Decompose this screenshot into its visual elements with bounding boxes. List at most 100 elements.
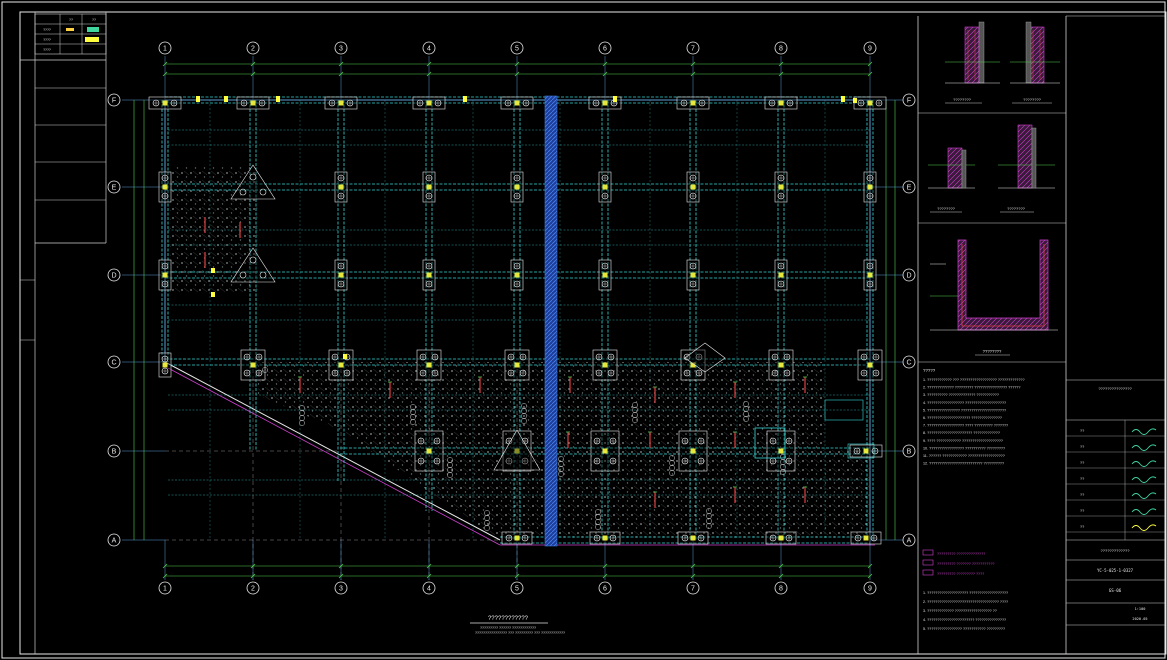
sign-label: ?? [1080,509,1084,513]
axis-label-col-top: 8 [779,46,783,53]
cad-drawing-sheet: 1 1 2 2 3 3 4 4 5 5 6 6 7 7 8 8 9 9 F F E E D D C C B B A A??????????… [1,1,1167,659]
column-stub [250,100,256,106]
section-2-title: ???????? [1023,97,1042,102]
axis-label-row: F [112,98,116,105]
sign-label: ?? [1080,525,1084,529]
legend-line: ????????? ??????? ??????????? [937,562,994,566]
drawing-number: YC-5-025-1-0327 [1097,568,1134,573]
axis-label-row: A [907,538,912,545]
section-1-title: ???????? [953,97,972,102]
column-stub [690,100,696,106]
axis-label-col-bottom: 9 [868,586,872,593]
pit-detail: ???????? [930,239,1058,356]
legend-swatch [922,569,934,576]
pile [299,415,305,421]
axis-label-col-bottom: 1 [163,586,167,593]
axis-label-row: A [112,538,117,545]
blue-wall-strip [544,95,558,547]
note-line: 12. ?????????????????????????? ?????????… [923,462,1004,466]
sign-label: ?? [1080,493,1084,497]
column-stub [602,184,608,190]
marker-yellow [211,292,215,297]
legend-swatch [922,549,934,556]
axis-label-col-top: 6 [603,46,607,53]
column-stub [426,184,432,190]
column-stub [602,362,608,368]
axis-label-col-bottom: 5 [515,586,519,593]
marker-yellow [841,96,845,102]
axis-label-col-top: 1 [163,46,167,53]
sheet-number: GS-06 [1109,588,1122,593]
column-stub [426,272,432,278]
axis-label-col-bottom: 4 [427,586,431,593]
left-margin-strip [20,12,107,654]
signature-scribble [1131,524,1157,531]
section-detail-4: ???????? [998,124,1055,213]
column-stub [778,100,784,106]
note-line: 10. ????????????????? ?????????? ???????… [923,446,1005,450]
column-stub [162,184,168,190]
column-stub [778,362,784,368]
axis-label-row: E [907,185,912,192]
axis-label-row: B [112,449,117,456]
section-3-title: ???????? [937,206,956,211]
note-line: 4. ?????????????????? ??????????????????… [923,401,1006,405]
section-4-title: ???????? [1007,206,1026,211]
axis-label-col-top: 3 [339,46,343,53]
column-stub [426,100,432,106]
column-stub [514,184,520,190]
column-stub [778,448,784,454]
axis-label-col-bottom: 7 [691,586,695,593]
signature-scribble [1131,444,1157,451]
note-line: 9. ???? ???????????? ???????????????????… [923,439,1003,443]
signature-scribble [1131,428,1157,435]
column-stub [867,272,873,278]
note-tail-line: 2. ??????????????????????????????????? ?… [923,600,1008,604]
column-stub [863,535,869,541]
column-stub [867,362,873,368]
column-stub [514,535,520,541]
signature-scribble [1131,508,1157,515]
axis-label-col-top: 2 [251,46,255,53]
axis-label-col-top: 5 [515,46,519,53]
sign-label: ?? [1080,477,1084,481]
column-stub [602,535,608,541]
foundation-plan: 1 1 2 2 3 3 4 4 5 5 6 6 7 7 8 8 9 9 F F E E D D C C B B A A??????????… [43,18,916,595]
column-stub [690,272,696,278]
general-notes: ????? 1. ???????????? ??? ??????????????… [922,368,1025,631]
column-stub [514,100,520,106]
revision-cell: ???? [43,28,51,32]
axis-label-col-bottom: 3 [339,586,343,593]
marker-yellow [276,96,280,102]
marker-yellow [211,268,215,273]
column-stub [602,448,608,454]
notes-heading: ????? [923,368,936,373]
note-tail-line: 1. ???????????????????? ????????????????… [923,591,1008,595]
column-stub [690,535,696,541]
drawing-scale: 1:100 [1135,607,1146,611]
marker-yellow [463,96,467,102]
column-stub [690,184,696,190]
marker-yellow [853,98,857,103]
axis-label-row: D [111,273,116,280]
note-line: 3. ?????????? ????????????? ??????????? [923,393,999,397]
marker-yellow [196,96,200,102]
axis-label-row: B [907,449,912,456]
column-stub [338,362,344,368]
revision-cell: ???? [43,38,51,42]
note-tail-line: 5. ????????????????? ??????????? ???????… [923,627,1005,631]
note-line: 1. ???????????? ??? ?????????????????? ?… [923,378,1025,382]
revision-header: ?? [92,18,96,22]
section-detail-3: ???????? [928,147,975,213]
column-stub [426,448,432,454]
section-detail-1: ???????? [945,21,1000,104]
column-stub [338,184,344,190]
column-stub [863,448,869,454]
axis-label-row: C [906,360,911,367]
column-stub [162,100,168,106]
axis-label-col-bottom: 8 [779,586,783,593]
axis-label-col-top: 4 [427,46,431,53]
column-stub [426,362,432,368]
column-stub [602,272,608,278]
sign-label: ?? [1080,461,1084,465]
